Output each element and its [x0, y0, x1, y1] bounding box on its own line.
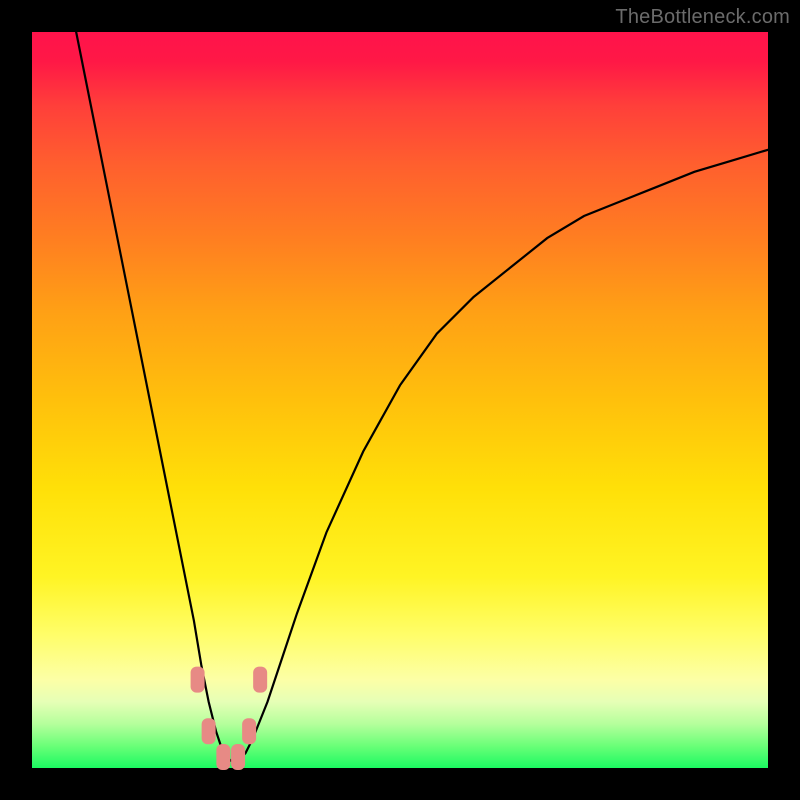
bottleneck-curve-svg	[32, 32, 768, 768]
curve-marker	[216, 744, 230, 770]
plot-area	[32, 32, 768, 768]
bottleneck-curve	[76, 32, 768, 761]
curve-markers	[191, 667, 268, 770]
curve-marker	[191, 667, 205, 693]
curve-marker	[231, 744, 245, 770]
curve-marker	[202, 718, 216, 744]
watermark-text: TheBottleneck.com	[615, 6, 790, 29]
curve-marker	[253, 667, 267, 693]
chart-frame: TheBottleneck.com	[0, 0, 800, 800]
curve-marker	[242, 718, 256, 744]
